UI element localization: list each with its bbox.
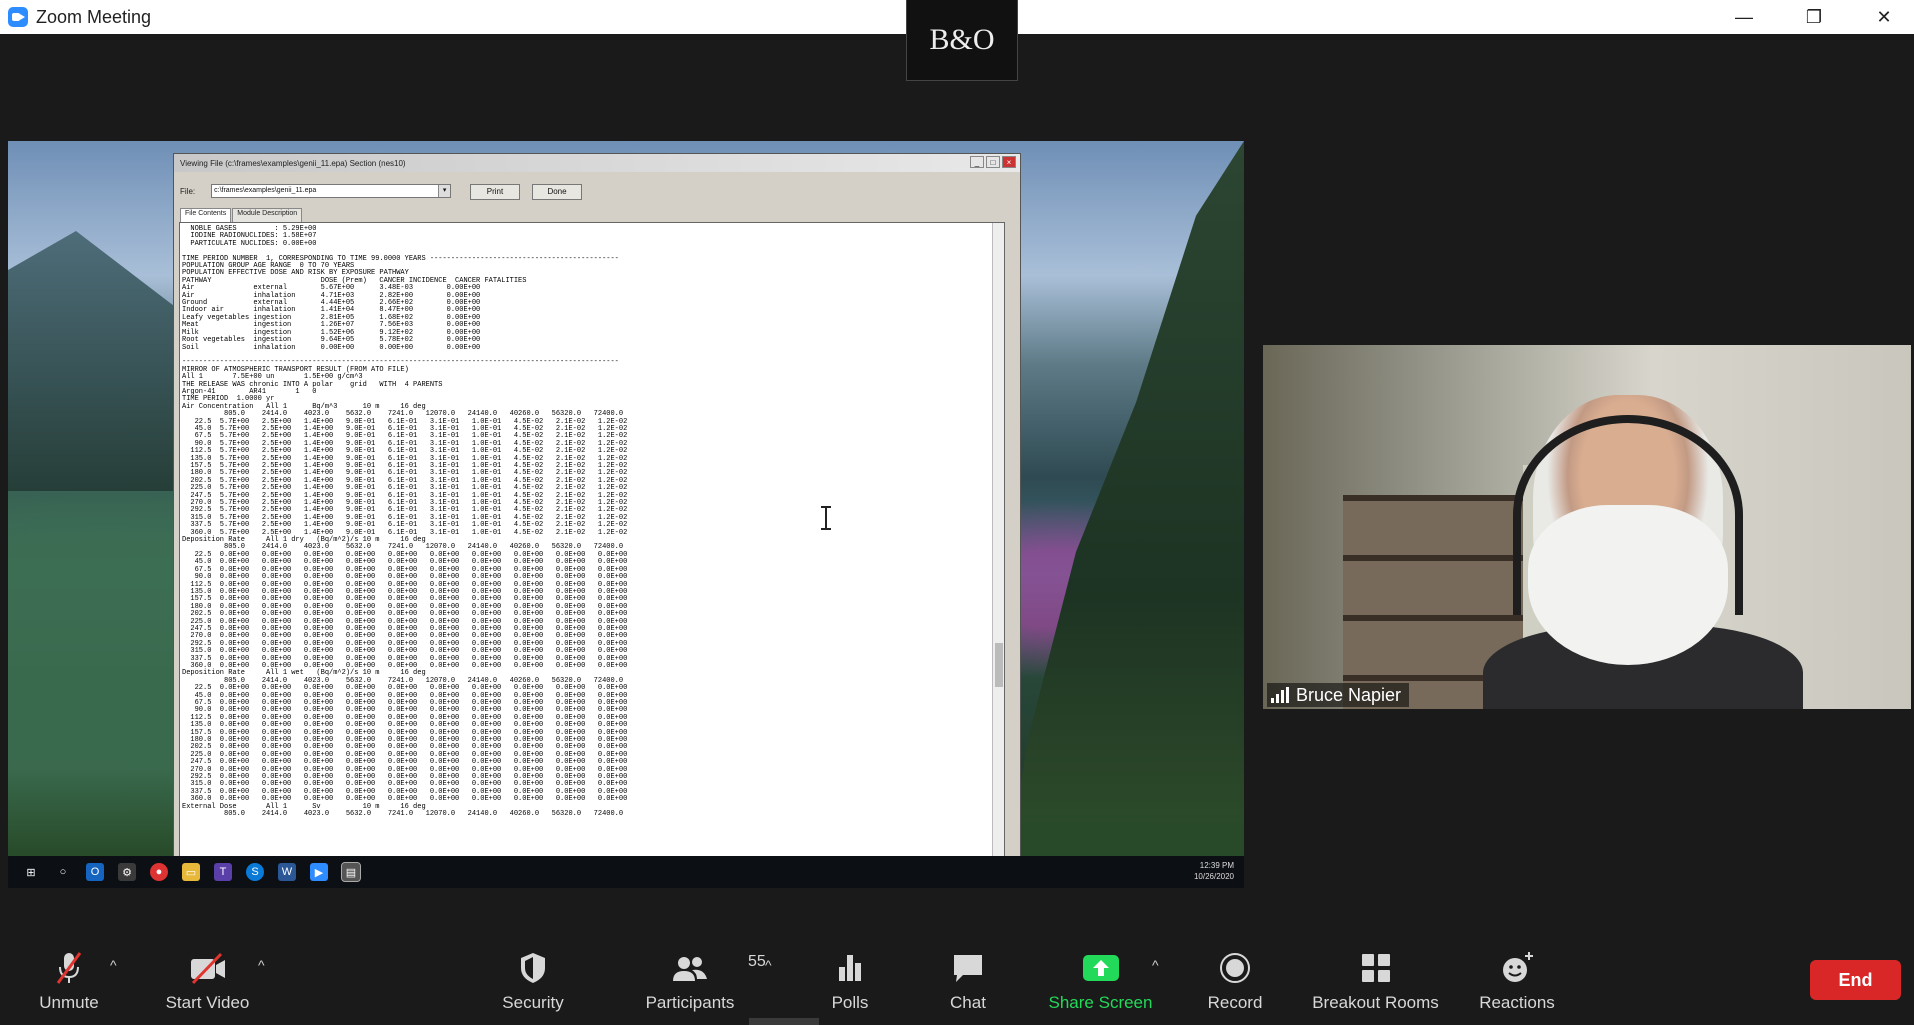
- meeting-controls: Unmute ^ Start Video ^ Security 55 Parti…: [0, 935, 1914, 1025]
- polls-label: Polls: [831, 993, 869, 1012]
- viewer-title: Viewing File (c:\frames\examples\genii_1…: [180, 158, 406, 168]
- share-screen-label: Share Screen: [1048, 993, 1153, 1012]
- share-screen-icon: [1082, 951, 1120, 985]
- bo-logo: B&O: [906, 0, 1018, 81]
- file-contents-pane[interactable]: NOBLE GASES : 5.29E+00 IODINE RADIONUCLI…: [179, 222, 1005, 860]
- outlook-icon[interactable]: O: [86, 863, 104, 881]
- start-video-label: Start Video: [165, 993, 250, 1012]
- bar-chart-icon: [835, 951, 865, 985]
- viewer-close-button[interactable]: ×: [1002, 156, 1016, 168]
- taskbar-date: 10/26/2020: [1193, 872, 1234, 881]
- file-row: File: c:\frames\examples\genii_11.epa ▾: [180, 182, 452, 200]
- file-contents-text: NOBLE GASES : 5.29E+00 IODINE RADIONUCLI…: [182, 225, 628, 819]
- tab-module-description[interactable]: Module Description: [232, 208, 303, 222]
- grid-icon: [1359, 951, 1393, 985]
- video-off-icon: [188, 951, 228, 985]
- reactions-label: Reactions: [1479, 993, 1555, 1012]
- wallpaper-mountain: [8, 231, 178, 491]
- headset-icon: [1513, 415, 1743, 615]
- zoom-taskbar-icon[interactable]: ▶: [310, 863, 328, 881]
- chat-label: Chat: [950, 993, 986, 1012]
- record-button[interactable]: Record: [1205, 951, 1265, 1013]
- minimize-button[interactable]: —: [1709, 0, 1779, 34]
- security-label: Security: [502, 993, 564, 1012]
- smiley-plus-icon: [1499, 951, 1535, 985]
- share-screen-button[interactable]: Share Screen: [1048, 951, 1153, 1013]
- participant-video[interactable]: Bruce Napier: [1263, 345, 1911, 709]
- vertical-scrollbar[interactable]: [992, 223, 1004, 859]
- tab-file-contents[interactable]: File Contents: [180, 208, 232, 222]
- taskbar-clock[interactable]: 12:39 PM 10/26/2020: [1194, 860, 1234, 882]
- scrollbar-thumb[interactable]: [995, 643, 1003, 687]
- record-label: Record: [1207, 993, 1263, 1012]
- windows-taskbar: ⊞ ○ O ⚙ ● ▭ T S W ▶ ▤ 12:39 PM 10/26/202…: [8, 856, 1244, 888]
- taskbar-time: 12:39 PM: [1199, 861, 1234, 870]
- close-button[interactable]: ✕: [1849, 0, 1914, 34]
- print-button[interactable]: Print: [470, 184, 520, 200]
- skype-icon[interactable]: S: [246, 863, 264, 881]
- participants-button[interactable]: 55 Participants: [640, 951, 766, 1013]
- file-select[interactable]: c:\frames\examples\genii_11.epa ▾: [211, 184, 452, 198]
- done-button[interactable]: Done: [532, 184, 582, 200]
- file-viewer-taskbar-icon[interactable]: ▤: [341, 862, 361, 882]
- microphone-muted-icon: [54, 951, 84, 985]
- signal-strength-icon: [1271, 687, 1289, 703]
- file-label: File:: [180, 186, 196, 196]
- chat-bubble-icon: [951, 951, 985, 985]
- window-title: Zoom Meeting: [36, 6, 152, 27]
- participant-name: Bruce Napier: [1296, 684, 1402, 705]
- unmute-button[interactable]: Unmute: [34, 951, 104, 1013]
- participant-figure: [1483, 375, 1803, 709]
- viewer-maximize-button[interactable]: □: [986, 156, 1000, 168]
- participants-options-caret[interactable]: ^: [765, 957, 772, 973]
- windows-start-icon[interactable]: ⊞: [22, 863, 40, 881]
- file-select-value: c:\frames\examples\genii_11.epa: [214, 187, 317, 194]
- share-options-caret[interactable]: ^: [1152, 957, 1159, 973]
- audio-options-caret[interactable]: ^: [110, 957, 117, 973]
- text-cursor-icon: [821, 506, 831, 530]
- participants-count: 55: [748, 953, 766, 970]
- restore-button[interactable]: ❐: [1779, 0, 1849, 34]
- teams-icon[interactable]: T: [214, 863, 232, 881]
- polls-button[interactable]: Polls: [820, 951, 880, 1013]
- viewer-minimize-button[interactable]: _: [970, 156, 984, 168]
- search-icon[interactable]: ○: [54, 863, 72, 881]
- breakout-rooms-label: Breakout Rooms: [1312, 993, 1439, 1012]
- start-video-button[interactable]: Start Video: [160, 951, 255, 1013]
- chevron-down-icon[interactable]: ▾: [438, 185, 451, 197]
- bottom-strip: [749, 1018, 819, 1025]
- settings-icon[interactable]: ⚙: [118, 863, 136, 881]
- word-icon[interactable]: W: [278, 863, 296, 881]
- shared-screen[interactable]: Viewing File (c:\frames\examples\genii_1…: [8, 141, 1244, 888]
- file-explorer-icon[interactable]: ▭: [182, 863, 200, 881]
- file-viewer-window: Viewing File (c:\frames\examples\genii_1…: [173, 153, 1021, 865]
- security-button[interactable]: Security: [498, 951, 568, 1013]
- zoom-app-icon: [8, 7, 28, 27]
- participants-label: Participants: [645, 993, 735, 1012]
- viewer-tabs: File Contents Module Description: [180, 208, 303, 222]
- bo-logo-text: B&O: [929, 23, 995, 56]
- zoom-meeting-window: Zoom Meeting — ❐ ✕ B&O Viewing File (c:\…: [0, 0, 1914, 1025]
- shield-icon: [518, 951, 548, 985]
- participants-icon: 55: [670, 951, 766, 985]
- end-meeting-button[interactable]: End: [1810, 960, 1901, 1000]
- reactions-button[interactable]: Reactions: [1476, 951, 1558, 1013]
- unmute-label: Unmute: [39, 993, 99, 1012]
- chat-button[interactable]: Chat: [938, 951, 998, 1013]
- breakout-rooms-button[interactable]: Breakout Rooms: [1308, 951, 1443, 1013]
- video-options-caret[interactable]: ^: [258, 957, 265, 973]
- participant-name-tag: Bruce Napier: [1267, 683, 1410, 707]
- chrome-icon[interactable]: ●: [150, 863, 168, 881]
- viewer-title-bar: Viewing File (c:\frames\examples\genii_1…: [174, 154, 1020, 172]
- record-icon: [1218, 951, 1252, 985]
